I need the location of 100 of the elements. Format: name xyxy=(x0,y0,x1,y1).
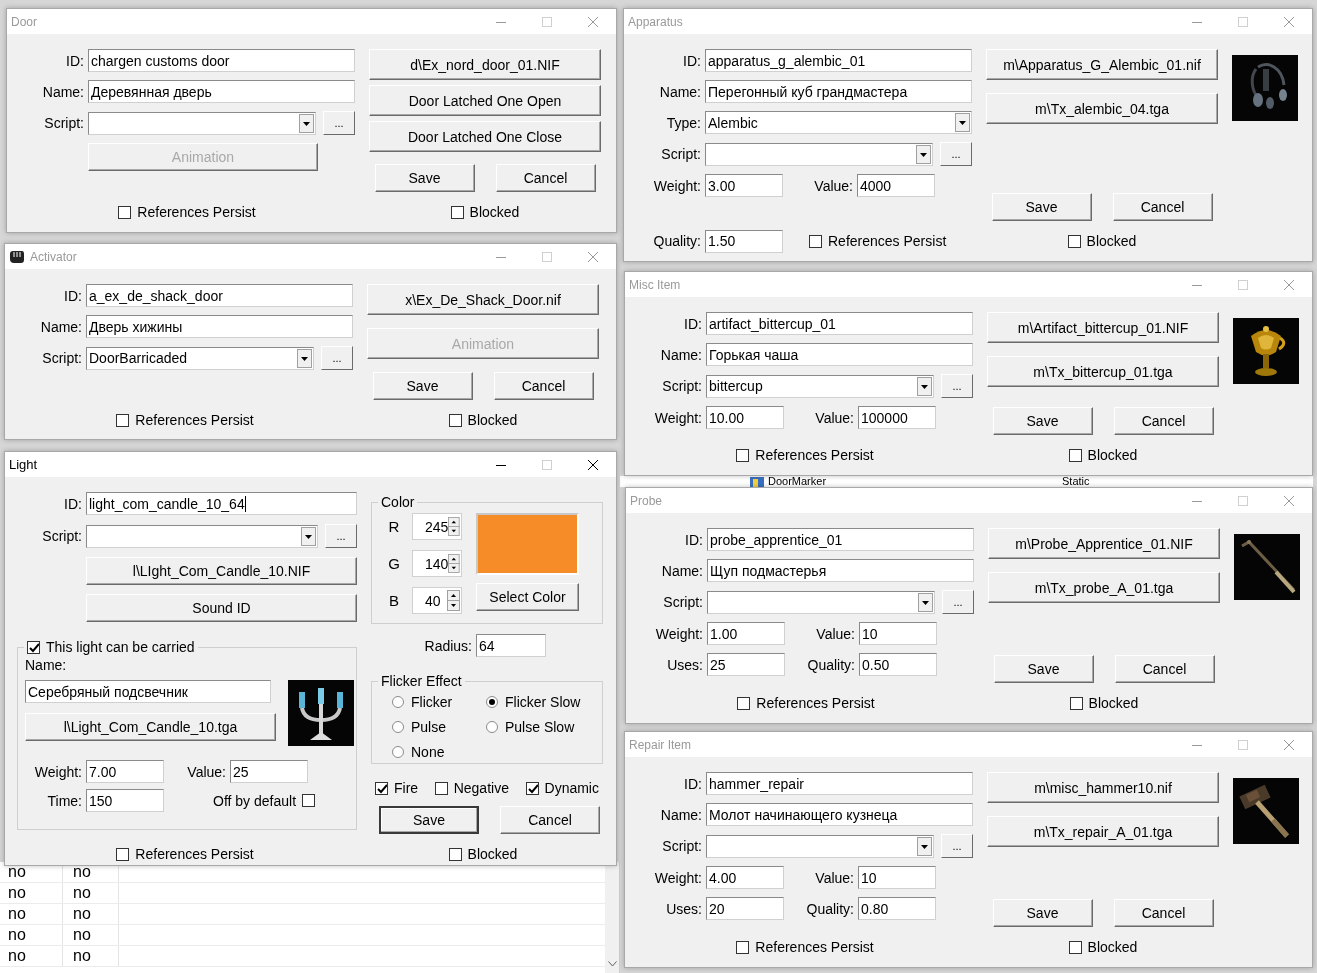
text-field[interactable]: 1.50 xyxy=(705,229,783,253)
browse-button[interactable]: ... xyxy=(941,834,973,858)
radio-icon[interactable] xyxy=(392,696,404,708)
button[interactable]: m\Apparatus_G_Alembic_01.nif xyxy=(986,49,1218,80)
text-field[interactable]: apparatus_g_alembic_01 xyxy=(705,49,972,72)
button[interactable]: Door Latched One Open xyxy=(369,85,601,116)
checkbox[interactable]: Blocked xyxy=(1068,939,1138,955)
text-field[interactable]: Деревянная дверь xyxy=(88,80,355,103)
text-field[interactable]: artifact_bittercup_01 xyxy=(706,312,973,335)
save-button[interactable]: Save xyxy=(991,193,1092,221)
button[interactable]: m\Tx_bittercup_01.tga xyxy=(987,356,1219,387)
spin-box[interactable]: 140 xyxy=(412,550,462,577)
close-icon[interactable] xyxy=(588,459,598,470)
dropdown[interactable] xyxy=(706,834,934,858)
dropdown[interactable]: DoorBarricaded xyxy=(86,346,314,370)
checkbox[interactable]: Negative xyxy=(434,780,509,796)
button[interactable]: m\Tx_probe_A_01.tga xyxy=(988,572,1220,603)
button[interactable]: l\LIght_Com_Candle_10.NIF xyxy=(86,557,357,585)
text-field[interactable]: 10 xyxy=(859,622,937,645)
cancel-button[interactable]: Cancel xyxy=(1114,655,1215,683)
text-field[interactable]: Серебряный подсвечник xyxy=(25,680,271,703)
button[interactable]: m\misc_hammer10.nif xyxy=(987,772,1219,803)
text-field[interactable]: a_ex_de_shack_door xyxy=(86,284,353,307)
button[interactable]: Sound ID xyxy=(86,594,357,622)
radio-icon[interactable] xyxy=(486,721,498,733)
save-button[interactable]: Save xyxy=(993,655,1094,683)
cancel-button[interactable]: Cancel xyxy=(1113,407,1214,435)
radio-button[interactable]: None xyxy=(392,744,486,760)
checkbox[interactable]: Blocked xyxy=(1067,233,1137,249)
text-field[interactable]: 150 xyxy=(86,789,164,812)
text-field[interactable]: 7.00 xyxy=(86,760,164,783)
radio-button[interactable]: Pulse Slow xyxy=(486,719,602,735)
maximize-icon[interactable] xyxy=(1238,279,1248,290)
text-field[interactable]: 25 xyxy=(707,653,785,676)
save-button[interactable]: Save xyxy=(379,806,479,834)
dropdown[interactable] xyxy=(705,142,933,166)
maximize-icon[interactable] xyxy=(542,251,552,262)
radio-button[interactable]: Flicker xyxy=(392,694,486,710)
dropdown[interactable]: bittercup xyxy=(706,374,934,398)
spin-box[interactable]: 245 xyxy=(412,513,462,540)
checkbox[interactable]: References Persist xyxy=(736,939,874,955)
checkbox[interactable]: References Persist xyxy=(737,695,875,711)
checkbox[interactable]: Off by default xyxy=(213,792,315,809)
text-field[interactable]: 10 xyxy=(858,866,936,889)
text-field[interactable]: 0.80 xyxy=(858,897,936,920)
text-field[interactable]: chargen customs door xyxy=(88,49,355,72)
browse-button[interactable]: ... xyxy=(942,590,974,614)
button[interactable]: m\Artifact_bittercup_01.NIF xyxy=(987,312,1219,343)
text-field[interactable]: 64 xyxy=(476,634,546,657)
save-button[interactable]: Save xyxy=(992,407,1093,435)
maximize-icon[interactable] xyxy=(542,459,552,470)
browse-button[interactable]: ... xyxy=(325,524,357,548)
dropdown[interactable] xyxy=(707,590,935,614)
dropdown[interactable] xyxy=(86,524,318,548)
text-field[interactable]: 25 xyxy=(230,760,308,783)
checkbox[interactable]: Blocked xyxy=(450,204,520,220)
maximize-icon[interactable] xyxy=(542,16,552,27)
dropdown[interactable] xyxy=(88,111,316,135)
cancel-button[interactable]: Cancel xyxy=(493,372,594,400)
text-field[interactable]: Молот начинающего кузнеца xyxy=(706,803,973,826)
checkbox[interactable]: Fire xyxy=(375,780,419,796)
button[interactable]: m\Tx_repair_A_01.tga xyxy=(987,816,1219,847)
button[interactable]: Select Color xyxy=(476,583,579,611)
checkbox[interactable]: References Persist xyxy=(118,204,256,220)
checkbox[interactable]: Blocked xyxy=(448,412,518,428)
checkbox[interactable]: Blocked xyxy=(1069,695,1139,711)
browse-button[interactable]: ... xyxy=(941,374,973,398)
button[interactable]: d\Ex_nord_door_01.NIF xyxy=(369,49,601,80)
browse-button[interactable]: ... xyxy=(321,346,353,370)
checkbox[interactable]: References Persist xyxy=(809,233,947,249)
browse-button[interactable]: ... xyxy=(940,142,972,166)
text-field[interactable]: Перегонный куб грандмастера xyxy=(705,80,972,103)
text-field[interactable]: 0.50 xyxy=(859,653,937,676)
browse-button[interactable]: ... xyxy=(323,111,355,135)
button[interactable]: m\Tx_alembic_04.tga xyxy=(986,93,1218,124)
text-field[interactable]: 100000 xyxy=(858,406,936,429)
text-field[interactable]: hammer_repair xyxy=(706,772,973,795)
cancel-button[interactable]: Cancel xyxy=(1112,193,1213,221)
save-button[interactable]: Save xyxy=(372,372,473,400)
text-field[interactable]: light_com_candle_10_64 xyxy=(86,492,357,515)
checkbox[interactable]: This light can be carried xyxy=(27,639,195,655)
text-field[interactable]: 1.00 xyxy=(707,622,785,645)
radio-icon[interactable] xyxy=(392,746,404,758)
radio-icon[interactable] xyxy=(392,721,404,733)
radio-icon[interactable] xyxy=(486,696,498,708)
button[interactable]: l\Light_Com_Candle_10.tga xyxy=(25,713,276,741)
radio-button[interactable]: Flicker Slow xyxy=(486,694,602,710)
spin-box[interactable]: 40 xyxy=(412,587,462,614)
button[interactable]: m\Probe_Apprentice_01.NIF xyxy=(988,528,1220,559)
cancel-button[interactable]: Cancel xyxy=(500,806,600,834)
save-button[interactable]: Save xyxy=(992,899,1093,927)
text-field[interactable]: Горькая чаша xyxy=(706,343,973,366)
radio-button[interactable]: Pulse xyxy=(392,719,486,735)
text-field[interactable]: probe_apprentice_01 xyxy=(707,528,974,551)
text-field[interactable]: Щуп подмастерья xyxy=(707,559,974,582)
button[interactable]: Door Latched One Close xyxy=(369,121,601,152)
checkbox[interactable]: Blocked xyxy=(448,846,518,862)
cancel-button[interactable]: Cancel xyxy=(1113,899,1214,927)
checkbox[interactable]: References Persist xyxy=(116,412,254,428)
save-button[interactable]: Save xyxy=(374,164,475,192)
